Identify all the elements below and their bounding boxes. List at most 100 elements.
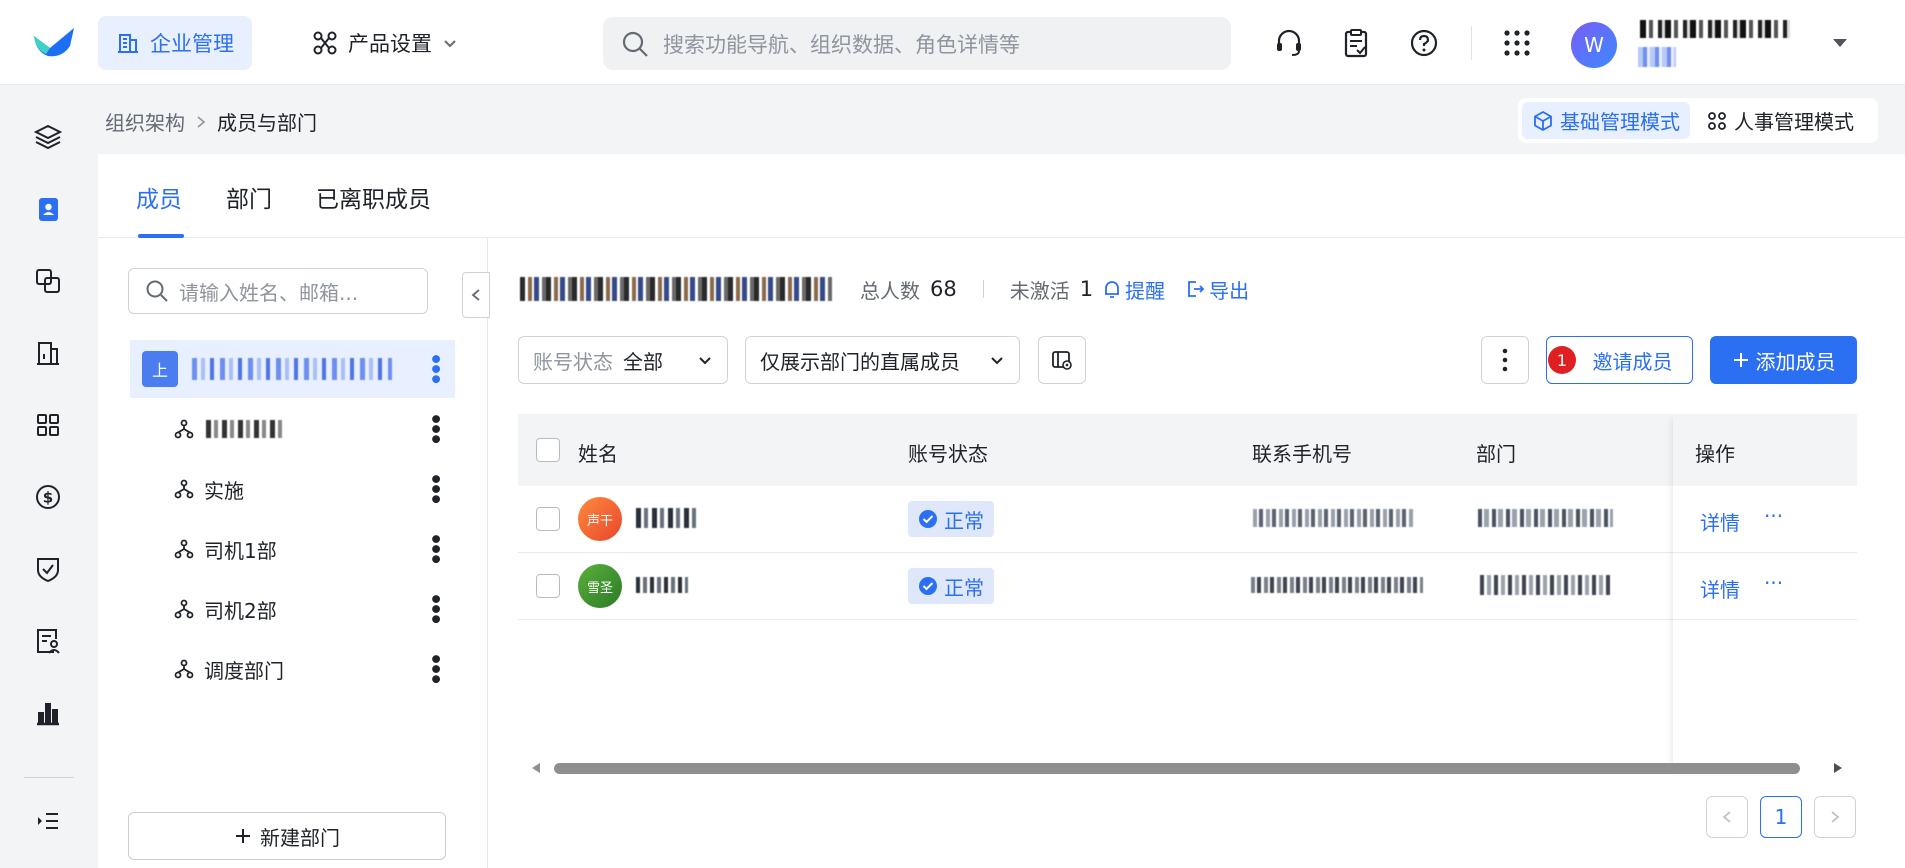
status-text: 正常 [944,575,984,600]
total-label: 总人数 [860,278,920,303]
building-sidebar-icon[interactable] [30,335,66,371]
tree-item-more-icon[interactable]: ••• [422,532,447,562]
tree-item-more-icon[interactable]: ••• [422,412,447,442]
table-row[interactable]: 雪圣 正常 详情 ··· [518,553,1857,620]
chevron-down-icon [991,357,1003,365]
breadcrumb-current: 成员与部门 [217,111,317,135]
cube-icon [1534,110,1552,131]
horizontal-scrollbar[interactable] [528,760,1848,776]
sidebar-divider [24,777,74,778]
remind-link[interactable]: 提醒 [1103,275,1165,304]
nav-enterprise-management[interactable]: 企业管理 [98,16,252,70]
table-row[interactable]: 声干 正常 详情 ··· [518,486,1857,553]
tree-item-more-icon[interactable]: ••• [422,652,447,682]
tree-search-input[interactable]: 请输入姓名、邮箱... [128,268,428,314]
headset-icon[interactable] [1272,26,1306,60]
member-name-redacted [636,508,698,528]
chevron-right-icon [197,115,206,128]
tree-item-label: 司机1部 [204,538,277,563]
pagination-next-button[interactable] [1814,796,1856,838]
tab-members[interactable]: 成员 [136,180,182,214]
table-header: 姓名 账号状态 联系手机号 部门 操作 [518,414,1857,486]
new-department-label: 新建部门 [260,825,340,850]
user-avatar[interactable]: W [1571,22,1617,68]
hr-mode-label: 人事管理模式 [1734,110,1854,134]
export-link[interactable]: 导出 [1185,275,1249,304]
total-count: 68 [930,277,957,301]
copy-transfer-icon[interactable] [30,263,66,299]
tree-item-label: 实施 [204,478,244,503]
scrollbar-thumb[interactable] [554,763,1800,774]
add-member-button[interactable]: 添加成员 [1710,336,1857,384]
member-avatar: 声干 [578,497,622,541]
invite-notification-badge: 1 [1548,346,1576,374]
help-icon[interactable] [1407,26,1441,60]
more-actions-button[interactable] [1481,336,1529,384]
account-status-key: 账号状态 [533,349,613,374]
analytics-icon[interactable] [30,695,66,731]
invite-members-label: 邀请成员 [1592,349,1673,374]
tree-item[interactable]: 司机2部 ••• [130,580,455,638]
column-header-department: 部门 [1476,442,1516,466]
contacts-icon[interactable] [30,191,66,227]
org-node-icon [174,479,194,499]
global-search-input[interactable]: 搜索功能导航、组织数据、角色详情等 [603,17,1231,70]
header-divider [1471,26,1472,60]
fixed-column-shadow [1673,414,1857,774]
direct-members-select[interactable]: 仅展示部门的直属成员 [745,336,1020,384]
clipboard-check-icon[interactable] [1339,26,1373,60]
tab-departed-members[interactable]: 已离职成员 [316,180,431,214]
tree-search-placeholder: 请输入姓名、邮箱... [179,280,359,305]
chevron-down-icon [444,40,456,48]
collapse-tree-button[interactable] [462,272,490,318]
tree-item[interactable]: 调度部门 ••• [130,640,455,698]
caret-down-icon[interactable] [1823,26,1857,60]
apps-grid-icon[interactable] [1500,26,1534,60]
select-all-checkbox[interactable] [536,438,560,462]
status-badge: 正常 [908,568,994,604]
global-search-placeholder: 搜索功能导航、组织数据、角色详情等 [663,32,1020,57]
row-checkbox[interactable] [536,507,560,531]
tree-root-more-icon[interactable]: ••• [422,352,447,382]
tab-departments[interactable]: 部门 [226,180,272,214]
nav-product-settings[interactable]: 产品设置 [294,16,476,70]
pagination-page-button[interactable]: 1 [1760,796,1802,838]
pagination-prev-button[interactable] [1706,796,1748,838]
tree-item[interactable]: 实施 ••• [130,460,455,518]
scroll-left-arrow-icon[interactable] [530,762,542,774]
mode-switch: 基础管理模式 人事管理模式 [1518,98,1878,143]
column-settings-button[interactable] [1038,336,1086,384]
tree-root-item[interactable]: 上 ••• [130,340,455,398]
member-phone-redacted [1251,577,1423,593]
tree-item[interactable]: ••• [130,400,455,458]
account-status-value: 全部 [623,349,663,374]
nav-product-label: 产品设置 [348,32,432,56]
security-shield-icon[interactable] [30,551,66,587]
member-name-redacted [636,577,688,593]
account-status-select[interactable]: 账号状态 全部 [518,336,728,384]
chevron-left-icon [1722,811,1731,823]
breadcrumb-parent[interactable]: 组织架构 [105,107,185,136]
remind-label: 提醒 [1125,278,1166,303]
scroll-right-arrow-icon[interactable] [1832,762,1844,774]
hr-mode-button[interactable]: 人事管理模式 [1696,102,1864,139]
expand-menu-icon[interactable] [30,803,66,839]
apps-icon[interactable] [30,407,66,443]
app-logo[interactable] [32,24,76,60]
basic-mode-button[interactable]: 基础管理模式 [1522,102,1690,139]
tab-bar: 成员 部门 已离职成员 [98,154,1905,238]
column-header-status: 账号状态 [908,442,988,466]
inactive-count: 1 [1079,277,1094,301]
tree-item-more-icon[interactable]: ••• [422,592,447,622]
status-badge: 正常 [908,501,994,537]
row-checkbox[interactable] [536,574,560,598]
new-department-button[interactable]: 新建部门 [128,812,446,860]
user-org-redacted [1638,47,1676,67]
tree-item-more-icon[interactable]: ••• [422,472,447,502]
layers-icon[interactable] [30,119,66,155]
billing-icon[interactable]: $ [30,479,66,515]
user-document-icon[interactable] [30,623,66,659]
user-avatar-letter: W [1584,33,1604,57]
tree-item[interactable]: 司机1部 ••• [130,520,455,578]
chevron-left-icon [471,289,480,301]
